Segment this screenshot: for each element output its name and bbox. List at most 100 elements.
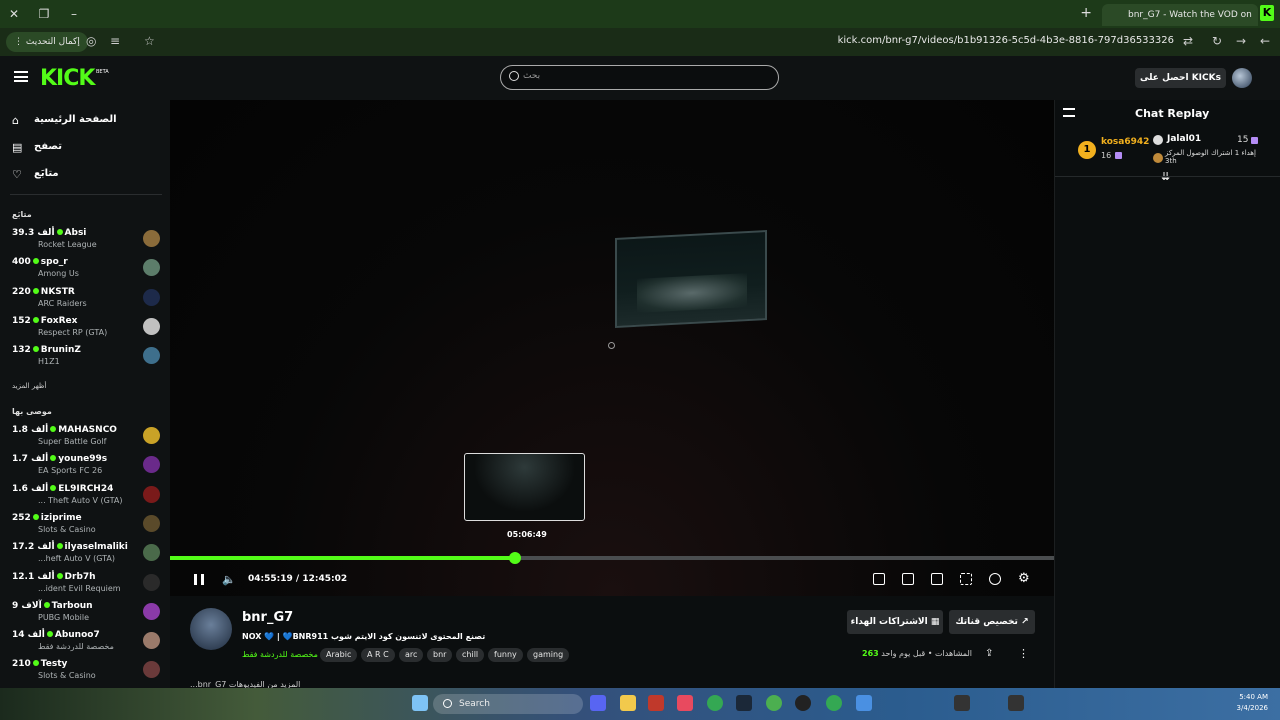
viewer-count: 1.6 ألف [12, 483, 49, 494]
user-avatar[interactable] [1232, 68, 1252, 88]
more-options-icon[interactable]: ⋮ [1018, 647, 1029, 660]
channel-category: Slots & Casino [38, 524, 96, 534]
gift-subs-button[interactable]: الاشتراكات الهداء ▦ [847, 610, 943, 634]
playback-speed-icon[interactable] [989, 573, 1001, 585]
start-icon[interactable] [412, 695, 428, 711]
pause-icon[interactable] [194, 574, 204, 585]
stream-info: bnr_G7 NOX 💙 | 💙BNR911 تصنع المحتوى لاتن… [170, 596, 1054, 689]
channel-category: EA Sports FC 26 [38, 466, 103, 476]
app-icon[interactable] [795, 695, 811, 711]
collapse-chat-icon[interactable] [1063, 108, 1075, 117]
tag-chip[interactable]: bnr [427, 648, 453, 662]
chrome-icon[interactable] [766, 695, 782, 711]
settings-gear-icon[interactable]: ⚙ [1018, 571, 1030, 586]
tag-chip[interactable]: chill [456, 648, 485, 662]
chrome-icon[interactable] [826, 695, 842, 711]
kick-logo[interactable]: KICK [40, 66, 95, 91]
customize-label: تخصيص قناتك [955, 617, 1018, 627]
sidebar-item-browse[interactable]: ▤ تصفح [12, 139, 162, 159]
update-label: إكمال التحديث [25, 37, 80, 47]
discord-icon[interactable] [590, 695, 606, 711]
file-explorer-icon[interactable] [620, 695, 636, 711]
channel-item[interactable]: 17.2 ألف ilyaselmaliki ...heft Auto V (GTA… [10, 542, 162, 568]
forward-icon[interactable]: → [1236, 34, 1246, 48]
channel-item[interactable]: 400 spo_r Among Us [10, 257, 162, 283]
channel-item[interactable]: 14 ألف Abunoo7 مخصصة للدردشة فقط [10, 630, 162, 656]
channel-avatar [143, 544, 160, 562]
tag-chip[interactable]: Arabic [320, 648, 358, 662]
app-icon[interactable] [648, 695, 664, 711]
update-button[interactable]: ⋮ إكمال التحديث [6, 32, 88, 52]
window-titlebar: ✕ ❐ – + ✕ bnr_G7 - Watch the VOD on K [0, 0, 1280, 28]
channel-name: FoxRex [40, 315, 78, 326]
new-tab-button[interactable]: + [1080, 5, 1092, 21]
recommended-title: موصى بها [12, 407, 52, 416]
viewer-count: 132 [12, 345, 31, 356]
site-settings-icon[interactable]: ⇄ [1183, 34, 1193, 48]
system-clock[interactable]: 5:40 AM 3/4/2026 [1237, 692, 1268, 714]
reading-list-icon[interactable]: ≡ [110, 34, 120, 48]
progress-bar[interactable] [170, 552, 1054, 564]
chat-username[interactable]: Jalal01 [1167, 134, 1201, 144]
share-icon[interactable]: ⇪ [985, 648, 993, 659]
window-minimize-icon[interactable]: – [64, 4, 84, 24]
channel-item[interactable]: 152 FoxRex Respect RP (GTA) [10, 316, 162, 342]
following-title: متابَع [12, 210, 32, 219]
search-input[interactable]: بحث [500, 65, 779, 90]
tag-chip[interactable]: A R C [361, 648, 395, 662]
channel-item[interactable]: 220 NKSTR ARC Raiders [10, 287, 162, 313]
steam-icon[interactable] [736, 695, 752, 711]
sidebar-item-label: متابَع [34, 168, 59, 179]
channel-item[interactable]: 1.7 ألف youne99s EA Sports FC 26 [10, 454, 162, 480]
fullscreen-icon[interactable] [960, 573, 972, 585]
get-kicks-button[interactable]: احصل على KICKs [1135, 68, 1226, 88]
chat-username[interactable]: kosa6942 [1101, 137, 1149, 147]
live-dot-icon [56, 543, 63, 550]
channel-category: ...ident Evil Requiem [38, 583, 121, 593]
app-icon[interactable] [677, 695, 693, 711]
channel-item[interactable]: 210 Testy Slots & Casino [10, 659, 162, 685]
reload-icon[interactable]: ↻ [1212, 34, 1222, 48]
tag-chip[interactable]: funny [488, 648, 523, 662]
app-icon[interactable] [954, 695, 970, 711]
channel-views: 210 Testy [12, 659, 67, 669]
volume-icon[interactable]: 🔈 [222, 573, 236, 586]
window-restore-icon[interactable]: ❐ [34, 4, 54, 24]
live-dot-icon [50, 426, 57, 432]
sidebar-item-following[interactable]: ♡ متابَع [12, 166, 162, 186]
channel-item[interactable]: 252 iziprime Slots & Casino [10, 513, 162, 539]
sidebar-item-home[interactable]: ⌂ الصفحة الرئيسية [12, 112, 162, 132]
live-dot-icon [46, 631, 53, 638]
menu-icon[interactable] [14, 71, 28, 82]
viewer-count: 9 آلاف [12, 600, 42, 611]
channel-item[interactable]: 1.8 ألف MAHASNCO Super Battle Golf [10, 425, 162, 451]
taskbar-search[interactable]: Search [433, 694, 583, 714]
category-label[interactable]: مخصصة للدردشة فقط [242, 650, 318, 659]
chrome-icon[interactable] [707, 695, 723, 711]
channel-item[interactable]: 39.3 ألف Absi Rocket League [10, 228, 162, 254]
show-more-link[interactable]: أظهر المزيد [12, 382, 46, 390]
video-player[interactable]: 05:06:49 🔈 04:55:19 / 12:45:02 ⚙ [170, 100, 1054, 596]
channel-item[interactable]: 12.1 ألف Drb7h ...ident Evil Requiem [10, 572, 162, 598]
channel-item[interactable]: 132 BruninZ H1Z1 [10, 345, 162, 371]
miniplayer-icon[interactable] [873, 573, 885, 585]
tag-chip[interactable]: arc [399, 648, 424, 662]
channel-item[interactable]: 9 آلاف Tarboun PUBG Mobile [10, 601, 162, 627]
profile-icon[interactable]: ◎ [86, 34, 96, 48]
customize-channel-button[interactable]: تخصيص قناتك ↗ [949, 610, 1035, 634]
streamer-name[interactable]: bnr_G7 [242, 610, 293, 625]
channel-avatar [143, 661, 160, 679]
window-close-icon[interactable]: ✕ [4, 4, 24, 24]
bookmark-star-icon[interactable]: ☆ [144, 34, 155, 48]
channel-item[interactable]: 1.6 ألف EL9IRCH24... Theft Auto V (GTA) [10, 484, 162, 510]
progress-handle[interactable] [508, 552, 521, 564]
app-icon[interactable] [856, 695, 872, 711]
streamer-avatar[interactable] [190, 608, 232, 650]
tag-chip[interactable]: gaming [527, 648, 570, 662]
app-icon[interactable] [1008, 695, 1024, 711]
clip-icon[interactable] [902, 573, 914, 585]
url-field[interactable]: kick.com/bnr-g7/videos/b1b91326-5c5d-4b3… [838, 35, 1174, 46]
browser-tab[interactable]: bnr_G7 - Watch the VOD on [1102, 4, 1258, 26]
theater-icon[interactable] [931, 573, 943, 585]
back-icon[interactable]: ← [1260, 34, 1270, 48]
